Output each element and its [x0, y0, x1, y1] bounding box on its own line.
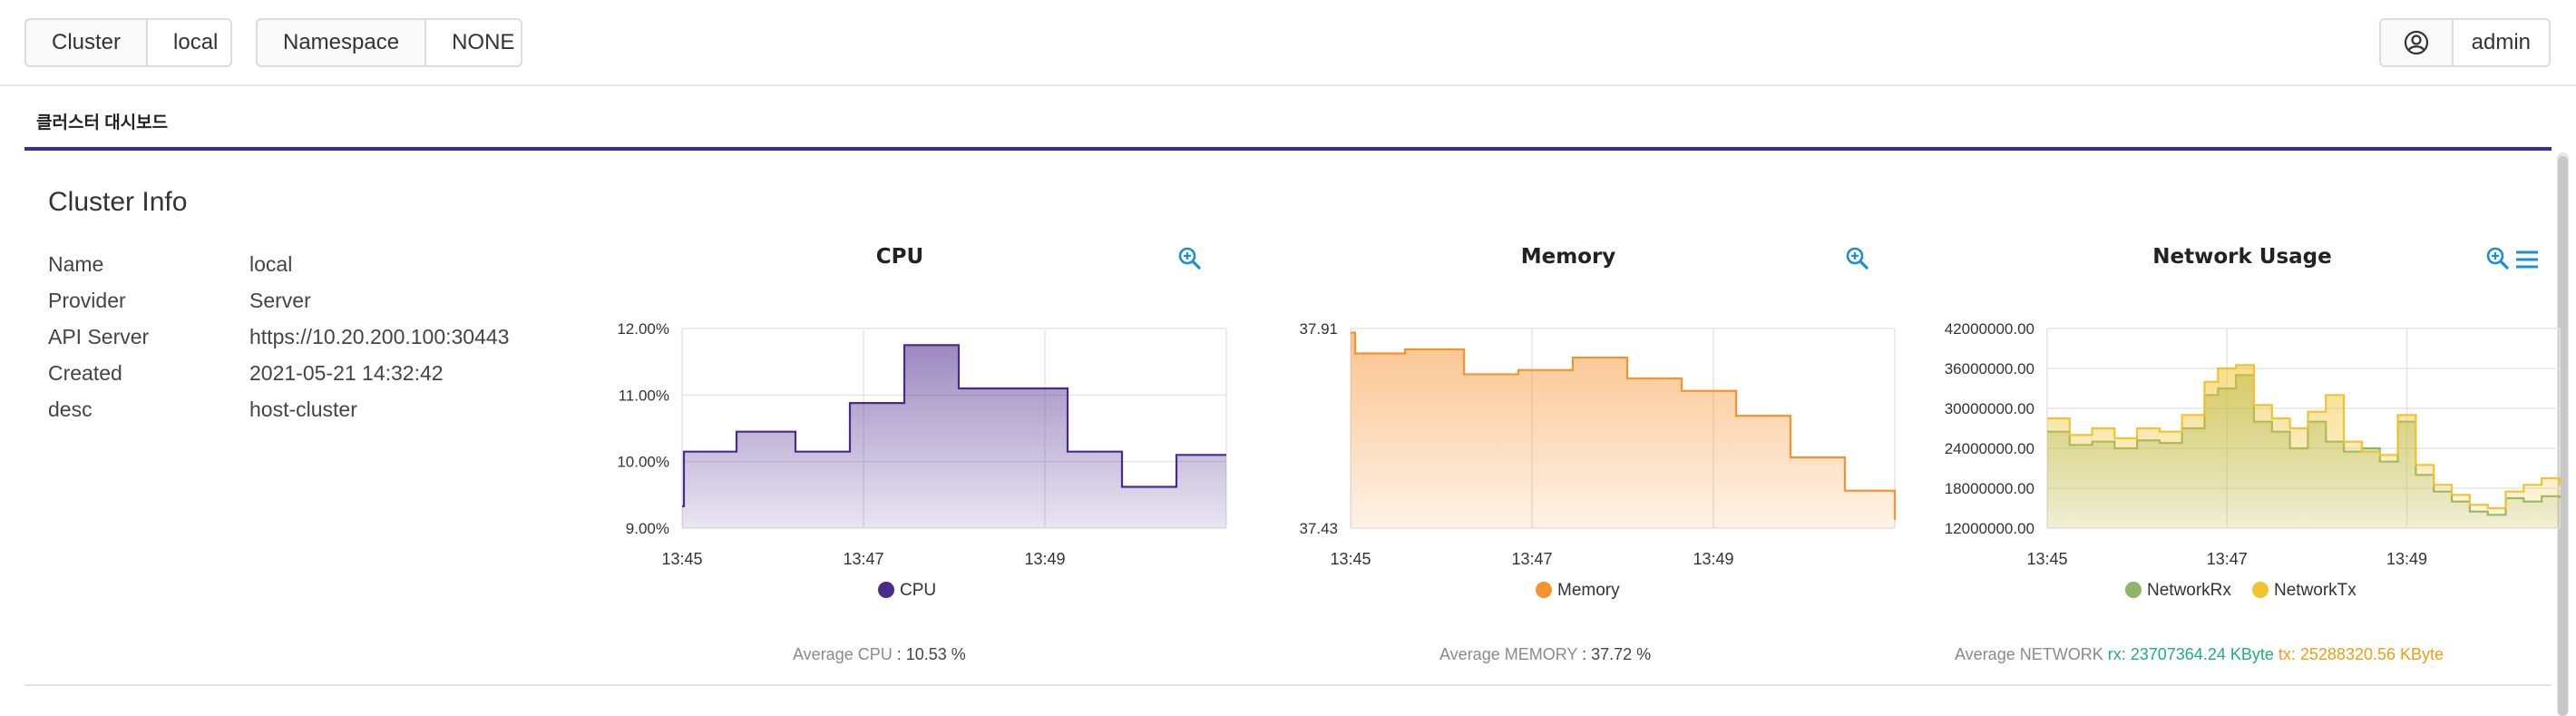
series-area-networktx — [2047, 365, 2560, 528]
legend-label: NetworkRx — [2147, 581, 2231, 600]
cpu-average: Average CPU : 10.53 % — [793, 645, 966, 664]
top-bar: Cluster local Namespace NONE admin — [0, 0, 2576, 86]
y-tick-label: 42000000.00 — [1945, 320, 2034, 338]
info-key: desc — [48, 397, 93, 421]
memory-average-label: Average MEMORY — [1439, 645, 1578, 663]
y-tick-label: 37.91 — [1299, 320, 1338, 338]
cluster-info-panel: Cluster Info Name local Provider Server … — [24, 154, 2561, 686]
user-menu[interactable]: admin — [2379, 18, 2551, 67]
network-chart[interactable]: 42000000.00 36000000.00 30000000.00 2400000… — [1870, 290, 2569, 617]
y-tick-label: 30000000.00 — [1945, 400, 2034, 417]
x-tick-label: 13:47 — [843, 550, 883, 568]
series-area-cpu — [682, 345, 1226, 528]
info-key: Provider — [48, 289, 126, 312]
y-tick-label: 9.00% — [626, 520, 669, 537]
legend-marker — [1536, 582, 1552, 598]
network-average-rx: rx: 23707364.24 KByte — [2107, 645, 2274, 663]
info-value: local — [249, 252, 293, 276]
cpu-average-label: Average CPU — [793, 645, 893, 663]
tab-cluster-dashboard[interactable]: 클러스터 대시보드 — [36, 109, 168, 133]
y-tick-label: 24000000.00 — [1945, 440, 2034, 457]
x-tick-label: 13:45 — [661, 550, 702, 568]
user-name: admin — [2451, 20, 2549, 65]
y-tick-label: 12.00% — [617, 320, 669, 338]
y-tick-label: 18000000.00 — [1945, 480, 2034, 497]
namespace-value: NONE — [424, 20, 521, 65]
x-tick-label: 13:49 — [1024, 550, 1065, 568]
legend-marker — [2125, 582, 2142, 598]
info-key: Name — [48, 252, 104, 276]
network-average-label: Average NETWORK — [1955, 645, 2103, 663]
x-tick-label: 13:45 — [1330, 550, 1371, 568]
network-average-tx: tx: 25288320.56 KByte — [2278, 645, 2444, 663]
namespace-label: Namespace — [283, 30, 400, 54]
cluster-label: Cluster — [52, 30, 122, 54]
namespace-selector[interactable]: Namespace NONE — [256, 18, 522, 67]
memory-average-value: : 37.72 % — [1582, 645, 1652, 663]
y-tick-label: 11.00% — [619, 387, 669, 404]
hamburger-menu-icon[interactable] — [2514, 249, 2540, 270]
memory-average: Average MEMORY : 37.72 % — [1439, 645, 1651, 664]
legend-label: CPU — [900, 581, 936, 600]
cpu-chart-title: CPU — [875, 245, 924, 269]
x-tick-label: 13:47 — [2207, 550, 2248, 568]
cpu-chart[interactable]: 12.00% 11.00% 10.00% 9.00% 13:45 13:47 13:49 CP… — [569, 290, 1240, 617]
x-tick-label: 13:49 — [1693, 550, 1733, 568]
info-value: host-cluster — [249, 397, 357, 421]
legend-marker — [2252, 582, 2269, 598]
series-area-memory — [1351, 332, 1895, 528]
info-value: Server — [249, 289, 311, 312]
y-tick-label: 36000000.00 — [1945, 360, 2034, 378]
cluster-selector[interactable]: Cluster local — [24, 18, 232, 67]
info-value: https://10.20.200.100:30443 — [249, 325, 510, 348]
network-average: Average NETWORK rx: 23707364.24 KByte tx… — [1955, 645, 2444, 664]
x-tick-label: 13:49 — [2386, 550, 2427, 568]
tab-bar: 클러스터 대시보드 — [24, 87, 2552, 151]
x-tick-label: 13:47 — [1511, 550, 1552, 568]
y-tick-label: 12000000.00 — [1945, 520, 2034, 537]
legend-label: NetworkTx — [2274, 581, 2356, 600]
cpu-zoom-icon[interactable] — [1176, 245, 1204, 272]
legend-marker — [878, 582, 894, 598]
info-value: 2021-05-21 14:32:42 — [249, 361, 444, 385]
panel-title: Cluster Info — [48, 187, 188, 217]
user-circle-icon — [2381, 20, 2452, 65]
info-key: Created — [48, 361, 122, 385]
info-key: API Server — [48, 325, 150, 348]
memory-chart-title: Memory — [1520, 245, 1616, 269]
memory-zoom-icon[interactable] — [1844, 245, 1871, 272]
x-tick-label: 13:45 — [2026, 550, 2067, 568]
y-tick-label: 37.43 — [1299, 520, 1338, 537]
cpu-average-value: : 10.53 % — [896, 645, 966, 663]
network-zoom-icon[interactable] — [2484, 245, 2512, 272]
legend-label: Memory — [1557, 581, 1620, 600]
y-tick-label: 10.00% — [617, 454, 669, 471]
memory-chart[interactable]: 37.91 37.43 13:45 13:47 13:49 Memory — [1237, 290, 1908, 617]
network-chart-title: Network Usage — [2152, 245, 2332, 269]
cluster-value: local — [146, 20, 230, 65]
